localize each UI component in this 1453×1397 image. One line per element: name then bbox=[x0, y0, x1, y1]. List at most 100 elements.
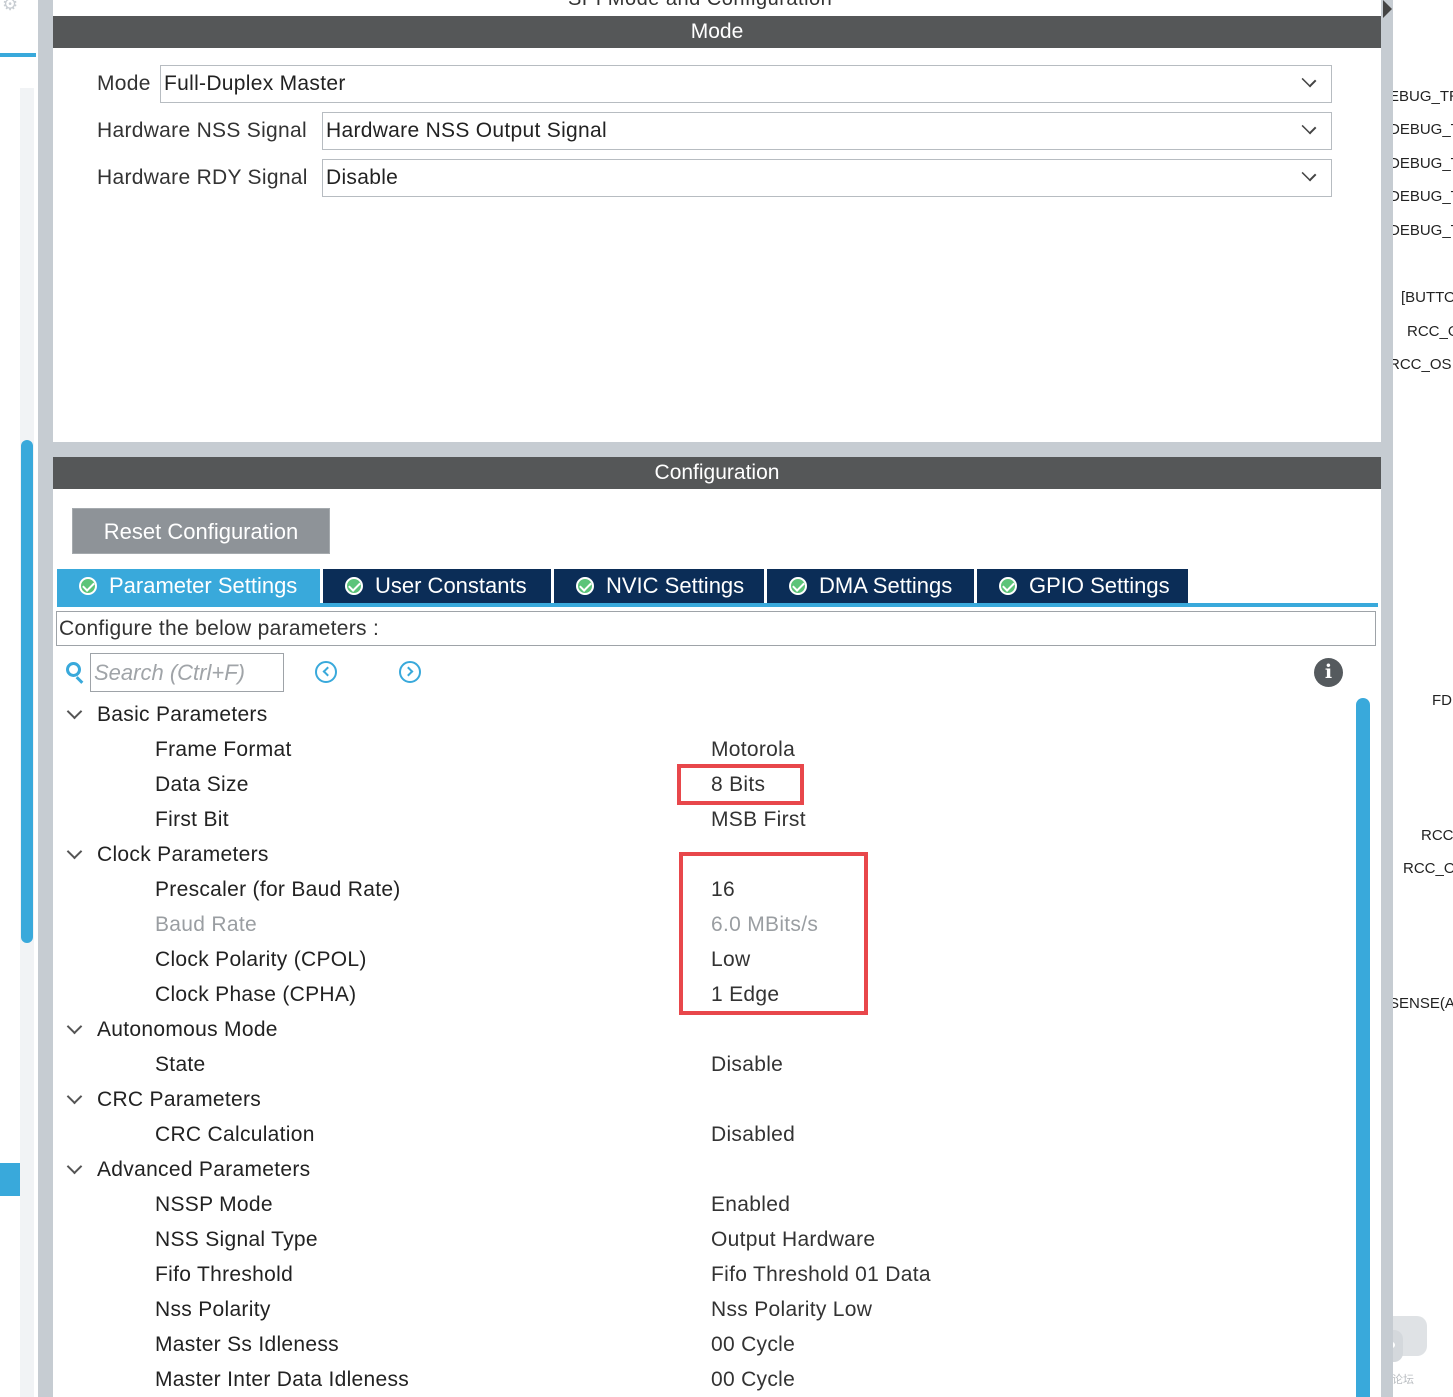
mode-row: Mode bbox=[97, 65, 151, 103]
check-circle-icon bbox=[576, 577, 594, 595]
chevron-down-icon[interactable] bbox=[1301, 72, 1317, 88]
collapse-arrow-icon[interactable] bbox=[1383, 0, 1392, 18]
reset-configuration-button[interactable]: Reset Configuration bbox=[72, 508, 330, 554]
group-name: Clock Parameters bbox=[97, 843, 269, 866]
tab-dma-settings[interactable]: DMA Settings bbox=[767, 569, 974, 603]
right-splitter[interactable] bbox=[1381, 0, 1393, 1397]
right-panel-label: [BUTTO bbox=[1401, 289, 1453, 306]
right-panel-label: RCC_O bbox=[1407, 323, 1453, 340]
tab-nvic-settings[interactable]: NVIC Settings bbox=[554, 569, 764, 603]
parameter-row[interactable]: State Disable bbox=[53, 1048, 1353, 1083]
info-icon[interactable]: i bbox=[1314, 658, 1343, 687]
parameter-value[interactable]: Nss Polarity Low bbox=[711, 1298, 872, 1322]
chevron-down-icon[interactable] bbox=[66, 1018, 83, 1035]
tab-gpio-settings[interactable]: GPIO Settings bbox=[977, 569, 1188, 603]
tab-parameter-settings[interactable]: Parameter Settings bbox=[57, 569, 320, 603]
left-splitter[interactable] bbox=[38, 0, 53, 1397]
parameter-value[interactable]: Disabled bbox=[711, 1123, 795, 1147]
gear-icon[interactable]: ⚙ bbox=[2, 0, 18, 15]
hardware-nss-select[interactable]: Hardware NSS Output Signal bbox=[322, 112, 1332, 150]
chevron-down-icon[interactable] bbox=[1301, 119, 1317, 135]
previous-match-icon[interactable] bbox=[315, 661, 337, 683]
window-title-partial: SPI Mode and Configuration bbox=[53, 0, 1381, 16]
group-name: CRC Parameters bbox=[97, 1088, 262, 1111]
right-panel-label: DEBUG_T bbox=[1393, 121, 1453, 138]
tree-group-row[interactable]: CRC Parameters bbox=[53, 1083, 1353, 1118]
left-scrollbar-thumb[interactable] bbox=[21, 440, 33, 943]
configuration-header: Configuration bbox=[53, 457, 1381, 489]
parameter-value[interactable]: Fifo Threshold 01 Data bbox=[711, 1263, 931, 1287]
tree-group-row[interactable]: Basic Parameters bbox=[53, 698, 1353, 733]
parameter-scrollbar[interactable] bbox=[1356, 698, 1370, 1397]
section-splitter[interactable] bbox=[53, 442, 1381, 457]
chevron-down-icon[interactable] bbox=[66, 843, 83, 860]
tree-group-row[interactable]: Autonomous Mode bbox=[53, 1013, 1353, 1048]
right-panel-label: FD bbox=[1432, 692, 1452, 709]
group-name: Basic Parameters bbox=[97, 703, 268, 726]
right-panel: ST中文论坛 EBUG_TR DEBUG_T DEBUG_T DEBUG_T DEBUG… bbox=[1393, 0, 1453, 1397]
tab-label: NVIC Settings bbox=[606, 573, 745, 598]
parameter-value[interactable]: 00 Cycle bbox=[711, 1368, 795, 1392]
watermark-text: ST中文论坛 bbox=[1393, 1374, 1415, 1386]
right-panel-label: DEBUG_T bbox=[1393, 155, 1453, 172]
parameter-name: NSS Signal Type bbox=[155, 1228, 318, 1251]
parameter-row[interactable]: Master Ss Idleness 00 Cycle bbox=[53, 1328, 1353, 1363]
tab-user-constants[interactable]: User Constants bbox=[323, 569, 551, 603]
right-panel-label: DEBUG_T bbox=[1393, 222, 1453, 239]
mode-header: Mode bbox=[53, 16, 1381, 48]
parameter-value[interactable]: Motorola bbox=[711, 738, 795, 762]
parameter-name: Baud Rate bbox=[155, 913, 257, 936]
parameter-row[interactable]: NSS Signal Type Output Hardware bbox=[53, 1223, 1353, 1258]
tab-label: Parameter Settings bbox=[109, 573, 298, 598]
right-panel-label: RCC bbox=[1421, 827, 1453, 844]
parameter-name: First Bit bbox=[155, 808, 229, 831]
mode-area: Mode Full-Duplex Master Hardware NSS Sig… bbox=[53, 48, 1381, 442]
mode-label: Mode bbox=[97, 72, 151, 95]
chevron-down-icon[interactable] bbox=[66, 1158, 83, 1175]
app-window: ⚙ SPI Mode and Configuration Mode Mode F… bbox=[0, 0, 1453, 1397]
mode-select[interactable]: Full-Duplex Master bbox=[160, 65, 1332, 103]
search-input[interactable] bbox=[90, 653, 284, 692]
tab-underline bbox=[57, 603, 1378, 607]
parameter-value[interactable]: MSB First bbox=[711, 808, 806, 832]
check-circle-icon bbox=[345, 577, 363, 595]
parameter-row[interactable]: Nss Polarity Nss Polarity Low bbox=[53, 1293, 1353, 1328]
hardware-nss-label: Hardware NSS Signal bbox=[97, 119, 307, 142]
parameter-value[interactable]: Output Hardware bbox=[711, 1228, 875, 1252]
hardware-nss-value: Hardware NSS Output Signal bbox=[326, 119, 607, 142]
parameter-row[interactable]: CRC Calculation Disabled bbox=[53, 1118, 1353, 1153]
highlight-box-data-size bbox=[677, 764, 804, 805]
group-name: Autonomous Mode bbox=[97, 1018, 278, 1041]
search-icon[interactable] bbox=[66, 662, 86, 684]
spi-config-panel: SPI Mode and Configuration Mode Mode Ful… bbox=[53, 0, 1381, 1397]
parameter-row[interactable]: First Bit MSB First bbox=[53, 803, 1353, 838]
config-tabs: Parameter Settings User Constants NVIC S… bbox=[57, 569, 1191, 603]
tab-label: User Constants bbox=[375, 573, 527, 598]
parameter-value[interactable]: Disable bbox=[711, 1053, 783, 1077]
chevron-down-icon[interactable] bbox=[66, 1088, 83, 1105]
parameter-row[interactable]: Frame Format Motorola bbox=[53, 733, 1353, 768]
hardware-rdy-value: Disable bbox=[326, 166, 399, 189]
parameter-name: Master Ss Idleness bbox=[155, 1333, 339, 1356]
window-title: SPI Mode and Configuration bbox=[568, 0, 832, 11]
hardware-rdy-row: Hardware RDY Signal bbox=[97, 159, 308, 197]
parameter-name: Fifo Threshold bbox=[155, 1263, 294, 1286]
watermark-logo: ST中文论坛 bbox=[1393, 1312, 1453, 1397]
chevron-down-icon[interactable] bbox=[66, 703, 83, 720]
parameter-value[interactable]: 00 Cycle bbox=[711, 1333, 795, 1357]
parameter-row[interactable]: Fifo Threshold Fifo Threshold 01 Data bbox=[53, 1258, 1353, 1293]
parameter-value[interactable]: Enabled bbox=[711, 1193, 790, 1217]
mode-select-value: Full-Duplex Master bbox=[164, 72, 346, 95]
check-circle-icon bbox=[79, 577, 97, 595]
parameter-row[interactable]: NSSP Mode Enabled bbox=[53, 1188, 1353, 1223]
right-panel-label: RCC_OS bbox=[1393, 356, 1452, 373]
next-match-icon[interactable] bbox=[399, 661, 421, 683]
highlight-box-clock-params bbox=[679, 852, 868, 1015]
parameter-row[interactable]: Master Inter Data Idleness 00 Cycle bbox=[53, 1363, 1353, 1397]
tree-group-row[interactable]: Advanced Parameters bbox=[53, 1153, 1353, 1188]
hardware-rdy-select[interactable]: Disable bbox=[322, 159, 1332, 197]
parameter-name: Frame Format bbox=[155, 738, 292, 761]
chevron-down-icon[interactable] bbox=[1301, 166, 1317, 182]
left-panel-selected-item[interactable] bbox=[0, 1163, 20, 1196]
left-panel-accent-line bbox=[0, 53, 36, 57]
